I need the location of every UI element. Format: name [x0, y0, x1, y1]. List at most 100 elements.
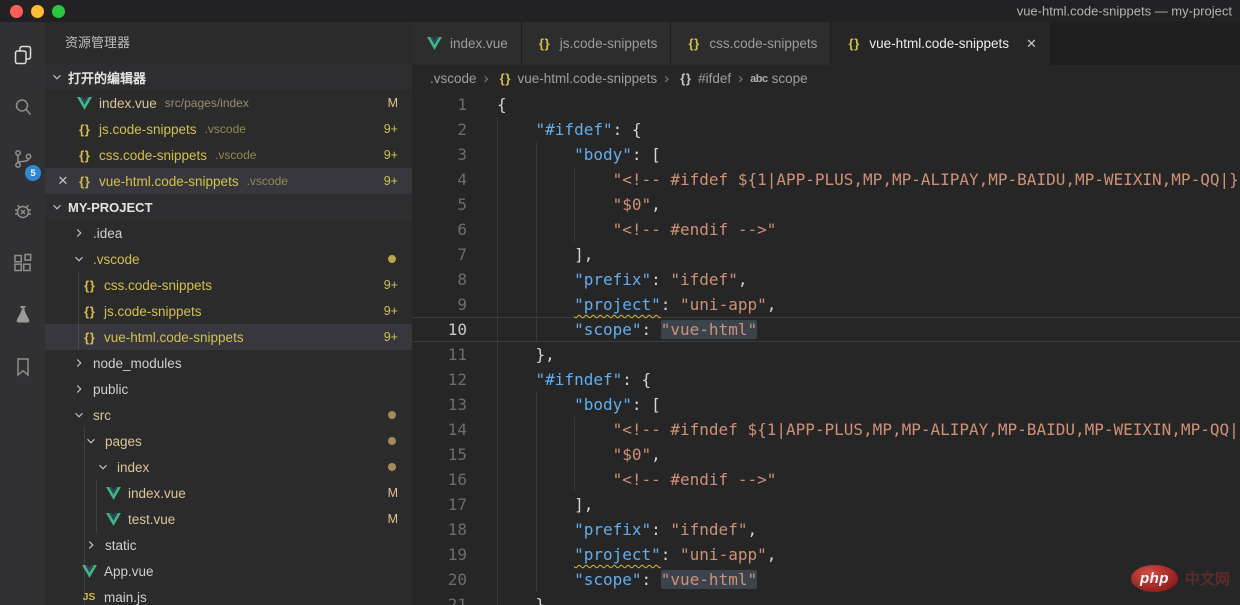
tab-index.vue[interactable]: index.vue	[412, 22, 521, 65]
tree-item-label: index	[117, 460, 149, 475]
line-number: 14	[412, 417, 497, 442]
modified-dot-badge	[388, 437, 396, 445]
close-icon[interactable]: ✕	[58, 173, 69, 188]
code-line-5: 5"$0",	[412, 192, 1240, 217]
code-line-12: 12"#ifndef": {	[412, 367, 1240, 392]
line-number: 10	[412, 318, 497, 341]
chevron-down-icon	[71, 251, 87, 267]
indent-guide	[497, 318, 536, 341]
tree-item-main.js[interactable]: JSmain.js	[45, 584, 412, 605]
close-window-button[interactable]	[10, 5, 23, 18]
activity-bookmarks-button[interactable]	[0, 343, 45, 395]
file-path: .vscode	[215, 148, 256, 162]
activity-extensions-button[interactable]	[0, 239, 45, 291]
tree-item-vue-html.code-snippets[interactable]: { }vue-html.code-snippets9+	[45, 324, 412, 350]
line-number: 13	[412, 392, 497, 417]
tree-item-test.vue[interactable]: test.vueM	[45, 506, 412, 532]
php-logo: php	[1131, 565, 1178, 592]
activity-source-control-button[interactable]: 5	[0, 135, 45, 187]
tree-item-src[interactable]: src	[45, 402, 412, 428]
code-line-6: 6"<!-- #endif -->"	[412, 217, 1240, 242]
tree-item-js.code-snippets[interactable]: { }js.code-snippets9+	[45, 298, 412, 324]
tree-item-public[interactable]: public	[45, 376, 412, 402]
indent-guide	[536, 542, 575, 567]
code-editor[interactable]: 1{2"#ifdef": {3"body": [4"<!-- #ifdef ${…	[412, 92, 1240, 605]
breadcrumb-item-vue-html.code-snippets[interactable]: { }vue-html.code-snippets	[496, 71, 658, 86]
indent-guide	[497, 492, 536, 517]
open-editor-vue-html.code-snippets[interactable]: ✕{ }vue-html.code-snippets.vscode9+	[45, 168, 412, 194]
code-line-9: 9"project": "uni-app",	[412, 292, 1240, 317]
activity-tests-button[interactable]	[0, 291, 45, 343]
tree-item-node_modules[interactable]: node_modules	[45, 350, 412, 376]
breadcrumb-separator-icon: ›	[484, 70, 489, 87]
search-icon	[11, 95, 35, 124]
tree-item-static[interactable]: static	[45, 532, 412, 558]
maximize-window-button[interactable]	[52, 5, 65, 18]
tree-item-.idea[interactable]: .idea	[45, 220, 412, 246]
editor-group: index.vue{ }js.code-snippets{ }css.code-…	[412, 22, 1240, 605]
activity-search-button[interactable]	[0, 83, 45, 135]
tab-vue-html.code-snippets[interactable]: { }vue-html.code-snippets✕	[831, 22, 1049, 65]
json-braces-icon: { }	[75, 174, 93, 189]
breadcrumb-item-#ifdef[interactable]: { }#ifdef	[676, 71, 731, 86]
tree-item-label: static	[105, 538, 137, 553]
line-number: 9	[412, 292, 497, 317]
breadcrumb-item-scope[interactable]: abcscope	[750, 71, 808, 86]
code-line-20: 20"scope": "vue-html"	[412, 567, 1240, 592]
tree-item-css.code-snippets[interactable]: { }css.code-snippets9+	[45, 272, 412, 298]
tree-item-label: .vscode	[93, 252, 140, 267]
json-braces-icon: { }	[496, 71, 514, 86]
project-header[interactable]: MY-PROJECT	[45, 194, 412, 220]
code-line-4: 4"<!-- #ifdef ${1|APP-PLUS,MP,MP-ALIPAY,…	[412, 167, 1240, 192]
modified-dot-badge	[388, 411, 396, 419]
tab-js.code-snippets[interactable]: { }js.code-snippets	[522, 22, 671, 65]
indent-guide	[536, 292, 575, 317]
tree-item-label: test.vue	[128, 512, 175, 527]
line-number: 20	[412, 567, 497, 592]
activity-explorer-button[interactable]	[0, 31, 45, 83]
tree-item-.vscode[interactable]: .vscode	[45, 246, 412, 272]
minimize-window-button[interactable]	[31, 5, 44, 18]
file-badge: 9+	[384, 122, 398, 136]
json-braces-icon: { }	[684, 36, 702, 51]
chevron-down-icon	[83, 433, 99, 449]
indent-guide	[497, 592, 536, 605]
activity-debug-button[interactable]	[0, 187, 45, 239]
indent-guide	[497, 392, 536, 417]
indent-guide	[497, 242, 536, 267]
breadcrumb: .vscode›{ }vue-html.code-snippets›{ }#if…	[412, 65, 1240, 92]
chevron-right-icon	[71, 225, 87, 241]
chevron-down-icon	[49, 69, 65, 85]
code-line-13: 13"body": [	[412, 392, 1240, 417]
line-number: 1	[412, 92, 497, 117]
code-line-18: 18"prefix": "ifndef",	[412, 517, 1240, 542]
json-braces-icon: { }	[75, 122, 93, 137]
open-editors-header[interactable]: 打开的编辑器	[45, 64, 412, 90]
open-editors-list: index.vuesrc/pages/indexM{ }js.code-snip…	[45, 90, 412, 194]
open-editor-index.vue[interactable]: index.vuesrc/pages/indexM	[45, 90, 412, 116]
chevron-right-icon	[71, 381, 87, 397]
tab-css.code-snippets[interactable]: { }css.code-snippets	[671, 22, 830, 65]
php-watermark: php 中文网	[1131, 565, 1230, 592]
tree-item-pages[interactable]: pages	[45, 428, 412, 454]
indent-guide	[497, 217, 536, 242]
open-editor-js.code-snippets[interactable]: { }js.code-snippets.vscode9+	[45, 116, 412, 142]
tree-item-index.vue[interactable]: index.vueM	[45, 480, 412, 506]
file-tree: .idea.vscode{ }css.code-snippets9+{ }js.…	[45, 220, 412, 605]
open-editor-css.code-snippets[interactable]: { }css.code-snippets.vscode9+	[45, 142, 412, 168]
json-braces-icon: { }	[75, 148, 93, 163]
code-line-11: 11},	[412, 342, 1240, 367]
tree-item-App.vue[interactable]: App.vue	[45, 558, 412, 584]
close-icon[interactable]: ✕	[1026, 36, 1037, 52]
tree-item-badge: 9+	[384, 278, 398, 292]
chevron-down-icon	[95, 459, 111, 475]
tree-item-index[interactable]: index	[45, 454, 412, 480]
code-line-17: 17],	[412, 492, 1240, 517]
indent-guide	[497, 367, 536, 392]
tree-item-label: main.js	[104, 590, 147, 605]
vue-icon	[425, 37, 443, 50]
code-line-10: 10"scope": "vue-html"	[412, 317, 1240, 342]
indent-guide	[497, 567, 536, 592]
tree-item-label: css.code-snippets	[104, 278, 212, 293]
breadcrumb-item-.vscode[interactable]: .vscode	[430, 71, 477, 86]
